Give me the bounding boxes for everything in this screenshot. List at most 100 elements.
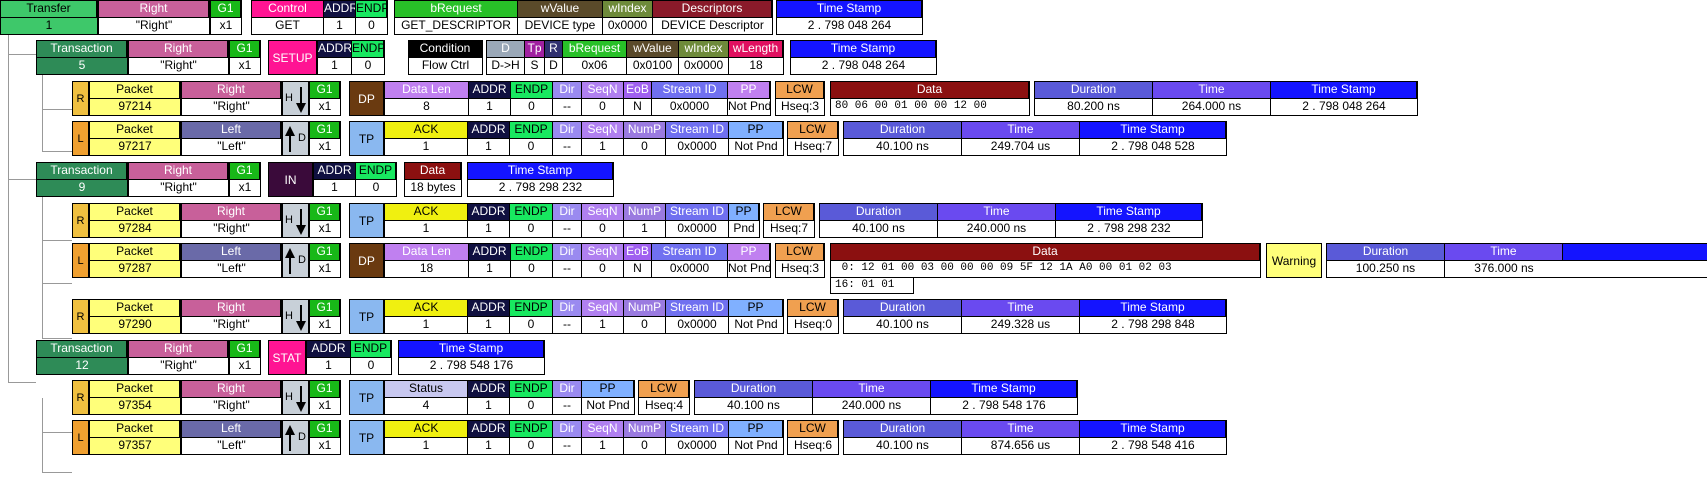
d-header: D: [487, 41, 525, 57]
pp-header: PP: [729, 122, 783, 138]
time-header: Time: [962, 421, 1080, 437]
dir-header: Left: [182, 122, 281, 138]
eob-value: N: [624, 261, 652, 277]
timestamp-header: Time Stamp: [1056, 204, 1202, 220]
duration-header: Duration: [844, 122, 962, 138]
timestamp-header: Time Stamp: [1080, 300, 1226, 316]
transaction-12-direction: Right "Right": [128, 340, 229, 375]
time-value: 240.000 ns: [938, 221, 1056, 237]
h-letter: H: [285, 391, 293, 403]
transfer-dir-header: Right: [99, 1, 209, 17]
transaction-9-g1: G1 x1: [229, 162, 261, 197]
packet-97357-g1: G1 x1: [309, 420, 341, 455]
endp-value: 0: [510, 398, 553, 414]
up-arrow-icon: [285, 248, 295, 274]
seqn-header: SeqN: [582, 421, 624, 437]
endp-header: ENDP: [511, 82, 553, 98]
transfer-id-field[interactable]: Transfer 1: [0, 0, 98, 35]
data-size: 18 bytes: [405, 180, 461, 196]
packet-97214-id-field[interactable]: Packet 97214: [89, 81, 181, 116]
packet-97357-timing: Duration Time Time Stamp 40.100 ns 874.6…: [843, 420, 1227, 455]
packet-97214-lcw: LCW Hseq:3: [775, 81, 825, 116]
dir-header: Dir: [553, 300, 582, 316]
dir-header: Dir: [553, 82, 582, 98]
transaction-12-id-field[interactable]: Transaction 12: [36, 340, 128, 375]
brequest-header: bRequest: [563, 41, 627, 57]
pp-header: PP: [728, 244, 770, 260]
transaction-9-data[interactable]: Data 18 bytes: [404, 162, 462, 197]
packet-97217-id-field[interactable]: Packet 97217: [89, 121, 181, 156]
time-value: 240.000 ns: [813, 398, 931, 414]
transaction-5-timestamp: Time Stamp 2 . 798 048 264: [790, 40, 937, 75]
packet-97284-id-field[interactable]: Packet 97284: [89, 203, 181, 238]
packet-97354-id-field[interactable]: Packet 97354: [89, 380, 181, 415]
packet-97357-direction: Left "Left": [181, 420, 282, 455]
dir-header: Dir: [553, 421, 582, 437]
tree-branch-p97354: [42, 432, 72, 433]
packet-97354-lcw: LCW Hseq:4: [638, 380, 690, 415]
time-header: Time: [1153, 82, 1271, 98]
dir-value: "Right": [129, 358, 228, 374]
g1-value: x1: [310, 438, 340, 454]
time-header: Time: [938, 204, 1056, 220]
packet-id: 97287: [90, 261, 180, 277]
transaction-label: Transaction: [37, 341, 127, 357]
g1-header: G1: [310, 204, 340, 220]
time-value: 249.328 us: [962, 317, 1080, 333]
packet-97357-id-field[interactable]: Packet 97357: [89, 420, 181, 455]
data-line-1: 0: 12 01 00 03 00 00 00 09 5F 12 1A A0 0…: [831, 261, 1260, 277]
nump-value: 0: [624, 317, 666, 333]
dir-value: --: [553, 221, 582, 237]
wvalue-value: DEVICE type: [518, 18, 603, 34]
seqn-header: SeqN: [582, 122, 624, 138]
transaction-5-setup-data: D Tp R bRequest wValue wIndex wLength D-…: [486, 40, 784, 75]
ack-header: ACK: [385, 204, 468, 220]
brequest-value: 0x06: [563, 58, 627, 74]
transfer-g1-value: x1: [211, 18, 241, 34]
transfer-dir-value: "Right": [99, 18, 209, 34]
windex-header: wIndex: [603, 1, 653, 17]
g1-value: x1: [230, 180, 260, 196]
packet-97290-id-field[interactable]: Packet 97290: [89, 299, 181, 334]
dp-packet-type: DP: [349, 81, 384, 116]
packet-97287-data[interactable]: Data 0: 12 01 00 03 00 00 00 09 5F 12 1A…: [830, 243, 1261, 278]
transaction-5-id-field[interactable]: Transaction 5: [36, 40, 128, 75]
packet-97357-fields: ACK ADDR ENDP Dir SeqN NumP Stream ID PP…: [384, 420, 784, 455]
transaction-id: 5: [37, 58, 127, 74]
g1-header: G1: [310, 244, 340, 260]
dir-value: "Right": [182, 398, 281, 414]
transfer-g1-header: G1: [211, 1, 241, 17]
dir-value: --: [553, 317, 582, 333]
stream-id-value: 0x0000: [666, 317, 729, 333]
addr-header: ADDR: [469, 82, 511, 98]
packet-97284-g1: G1 x1: [309, 203, 341, 238]
duration-header: Duration: [820, 204, 938, 220]
time-header: Time: [813, 381, 931, 397]
g1-value: x1: [310, 261, 340, 277]
seqn-value: 0: [582, 99, 624, 115]
duration-value: 40.100 ns: [695, 398, 813, 414]
warning-badge[interactable]: Warning: [1266, 243, 1322, 278]
packet-97217-fields: ACK ADDR ENDP Dir SeqN NumP Stream ID PP…: [384, 121, 784, 156]
device-to-host-indicator: D: [282, 243, 309, 278]
timestamp-header: Time Stamp: [777, 1, 922, 17]
transaction-9-id-field[interactable]: Transaction 9: [36, 162, 128, 197]
nump-header: NumP: [624, 421, 666, 437]
stream-id-header: Stream ID: [652, 82, 728, 98]
transaction-id: 9: [37, 180, 127, 196]
g1-value: x1: [310, 317, 340, 333]
dir-value: --: [553, 398, 582, 414]
duration-value: 40.100 ns: [844, 317, 962, 333]
time-value: 249.704 us: [962, 139, 1080, 155]
packet-id: 97284: [90, 221, 180, 237]
dir-header: Right: [129, 341, 228, 357]
timestamp-value: 2 . 798 048 528: [1080, 139, 1226, 155]
d-value: D->H: [487, 58, 525, 74]
dir-header: Right: [182, 381, 281, 397]
packet-97214-data[interactable]: Data 80 06 00 01 00 00 12 00: [830, 81, 1030, 116]
down-arrow-icon: [296, 305, 306, 331]
endp-header: ENDP: [510, 421, 553, 437]
endp-value: 0: [511, 99, 553, 115]
timestamp-value: 2 . 798 548 416: [1080, 438, 1226, 454]
packet-97287-id-field[interactable]: Packet 97287: [89, 243, 181, 278]
